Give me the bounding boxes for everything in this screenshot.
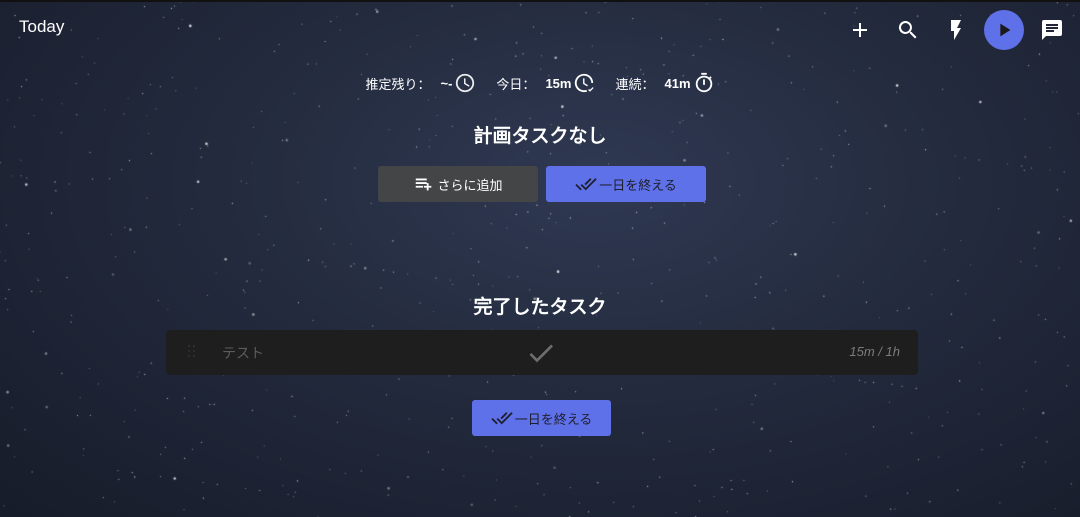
completed-task-item[interactable]: テスト 15m / 1h (166, 330, 918, 375)
add-more-label: さらに追加 (437, 177, 503, 193)
timelapse-icon (456, 73, 475, 93)
finish-day-button[interactable]: 一日を終える (546, 166, 706, 202)
task-done-check-icon[interactable] (525, 337, 557, 369)
add-more-button[interactable]: さらに追加 (378, 166, 538, 202)
search-button[interactable] (888, 10, 928, 50)
no-planned-tasks-heading: 計画タスクなし (473, 126, 607, 147)
estimate-value: ~- (440, 75, 453, 91)
finish-day-button-bottom[interactable]: 一日を終える (472, 400, 611, 436)
main-content: 推定残り： ~- 今日： 15m 連続： 41m 計画タスクなし さらに追加 一… (0, 0, 1080, 517)
estimate-remaining: 推定残り： ~- (365, 72, 476, 94)
flash-icon (951, 20, 961, 40)
streak-time: 連続： 41m (615, 72, 714, 94)
clock-check-icon (575, 73, 595, 93)
task-time-estimate: 15m / 1h (849, 344, 900, 359)
streak-label: 連続： (615, 76, 655, 92)
drag-handle-icon[interactable] (188, 345, 196, 359)
today-time: 今日： 15m (496, 72, 595, 94)
double-check-icon (575, 178, 597, 191)
finish-day-label-bottom: 一日を終える (514, 411, 593, 427)
today-label: 今日： (496, 76, 536, 92)
completed-tasks-heading: 完了したタスク (473, 297, 607, 318)
chat-icon (1042, 20, 1062, 40)
work-stats: 推定残り： ~- 今日： 15m 連続： 41m (0, 72, 1080, 94)
search-icon (898, 21, 917, 39)
playlist-add-icon (416, 178, 432, 191)
estimate-label: 推定残り： (365, 76, 431, 92)
top-app-bar: Today (0, 0, 1080, 58)
add-task-button[interactable] (840, 10, 880, 50)
double-check-icon (491, 412, 513, 425)
finish-day-label: 一日を終える (599, 177, 677, 193)
task-title[interactable]: テスト (222, 343, 264, 363)
notes-button[interactable] (1032, 10, 1072, 50)
play-icon (1000, 23, 1011, 37)
focus-mode-button[interactable] (936, 10, 976, 50)
timer-icon (695, 72, 712, 93)
page-title: Today (19, 17, 65, 36)
play-button[interactable] (984, 10, 1024, 50)
add-icon (853, 23, 867, 37)
today-value: 15m (545, 75, 572, 91)
streak-value: 41m (664, 75, 691, 91)
